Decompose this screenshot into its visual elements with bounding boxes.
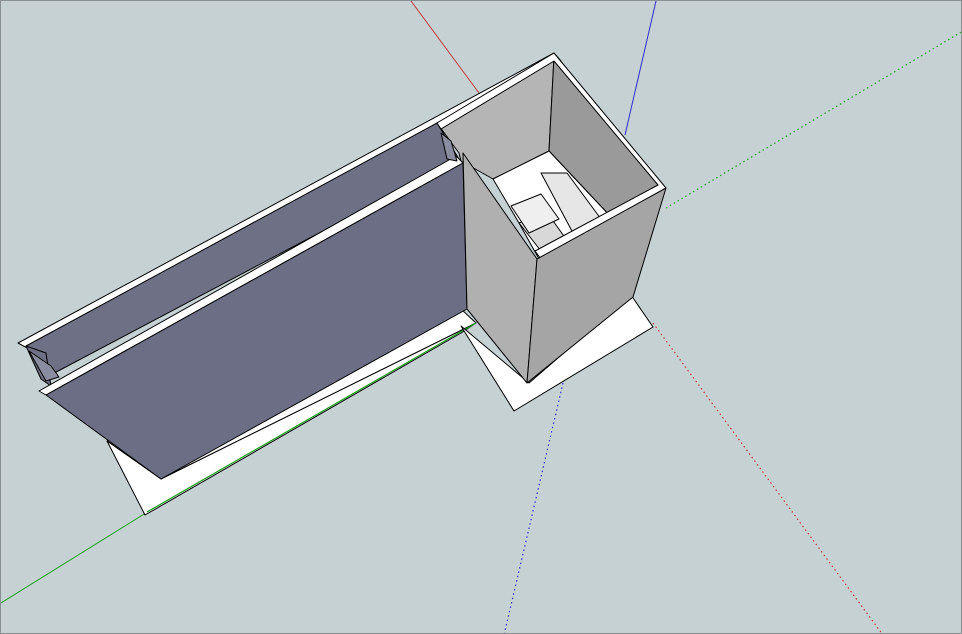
- red-axis-negative: [652, 322, 883, 633]
- modeling-viewport[interactable]: [0, 0, 962, 634]
- green-axis-positive: [1, 510, 150, 604]
- 3d-scene[interactable]: [1, 1, 962, 634]
- red-axis-positive: [410, 1, 480, 94]
- blue-axis-positive: [624, 1, 657, 136]
- green-axis-negative: [665, 31, 961, 209]
- blue-axis-negative: [503, 382, 564, 633]
- model[interactable]: [17, 52, 667, 516]
